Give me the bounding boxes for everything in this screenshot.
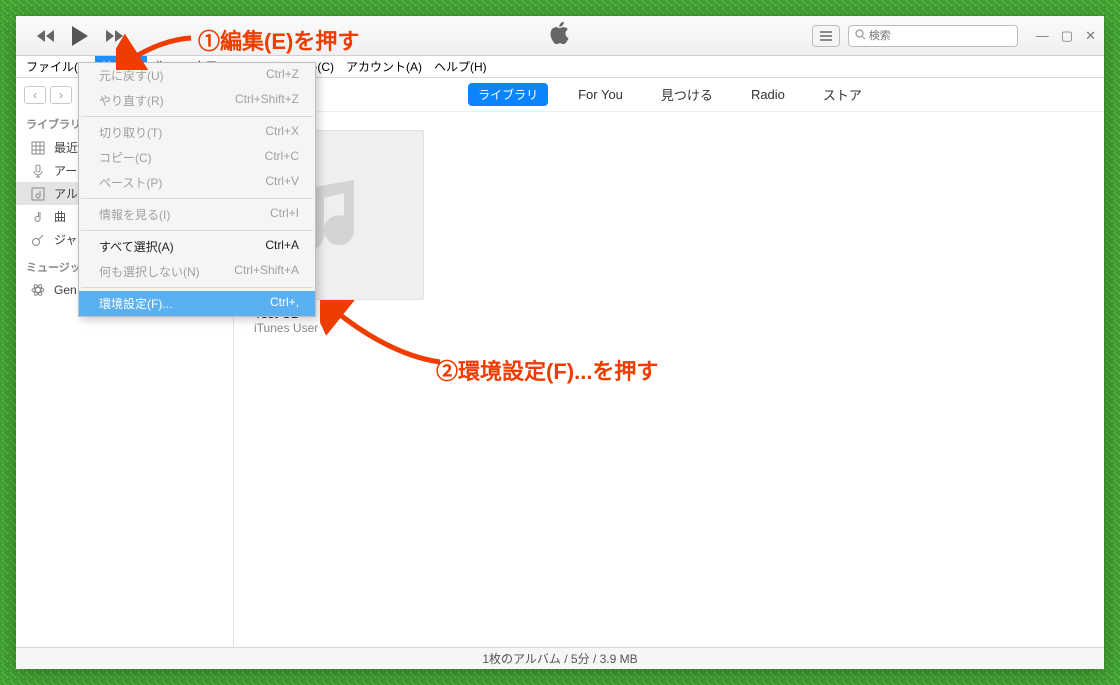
dropdown-item: 何も選択しない(N)Ctrl+Shift+A — [79, 259, 315, 284]
mic-icon — [30, 163, 46, 179]
sidebar-item-label: Gen — [54, 283, 77, 297]
note-icon — [30, 209, 46, 225]
dropdown-item[interactable]: すべて選択(A)Ctrl+A — [79, 234, 315, 259]
tab[interactable]: For You — [570, 83, 631, 106]
album-artist: iTunes User — [254, 321, 424, 335]
search-icon — [855, 29, 866, 43]
nav-forward-button[interactable]: › — [50, 86, 72, 104]
album-icon — [30, 186, 46, 202]
menu-ヘルプ(H)[interactable]: ヘルプ(H) — [428, 56, 493, 77]
atom-icon — [30, 282, 46, 298]
dropdown-item: 情報を見る(I)Ctrl+I — [79, 202, 315, 227]
sidebar-item-label: ジャ — [54, 231, 77, 248]
edit-menu-dropdown: 元に戻す(U)Ctrl+Zやり直す(R)Ctrl+Shift+Z 切り取り(T)C… — [78, 62, 316, 317]
tab[interactable]: Radio — [743, 83, 793, 106]
tab[interactable]: 見つける — [653, 81, 721, 108]
nav-back-button[interactable]: ‹ — [24, 86, 46, 104]
dropdown-item: 元に戻す(U)Ctrl+Z — [79, 63, 315, 88]
close-button[interactable]: ✕ — [1085, 28, 1096, 44]
sidebar-item-label: 最近 — [54, 139, 78, 156]
list-view-button[interactable] — [812, 25, 840, 47]
dropdown-item: やり直す(R)Ctrl+Shift+Z — [79, 88, 315, 113]
guitar-icon — [30, 232, 46, 248]
dropdown-item: ペースト(P)Ctrl+V — [79, 170, 315, 195]
maximize-button[interactable]: ▢ — [1061, 28, 1073, 44]
search-input-container[interactable] — [848, 25, 1018, 47]
status-bar: 1枚のアルバム / 5分 / 3.9 MB — [16, 647, 1104, 669]
search-input[interactable] — [869, 30, 1011, 42]
dropdown-item[interactable]: 環境設定(F)...Ctrl+, — [79, 291, 315, 316]
dropdown-item: コピー(C)Ctrl+C — [79, 145, 315, 170]
dropdown-item: 切り取り(T)Ctrl+X — [79, 120, 315, 145]
prev-track-button[interactable] — [34, 23, 60, 49]
menu-アカウント(A)[interactable]: アカウント(A) — [340, 56, 428, 77]
sidebar-item-label: 曲 — [54, 208, 66, 225]
next-track-button[interactable] — [100, 23, 126, 49]
play-button[interactable] — [64, 23, 96, 49]
sidebar-item-label: アル — [54, 185, 78, 202]
apple-logo-icon — [549, 20, 571, 51]
tab[interactable]: ストア — [815, 81, 870, 108]
tab[interactable]: ライブラリ — [468, 83, 548, 106]
grid-icon — [30, 140, 46, 156]
minimize-button[interactable]: — — [1036, 28, 1049, 44]
